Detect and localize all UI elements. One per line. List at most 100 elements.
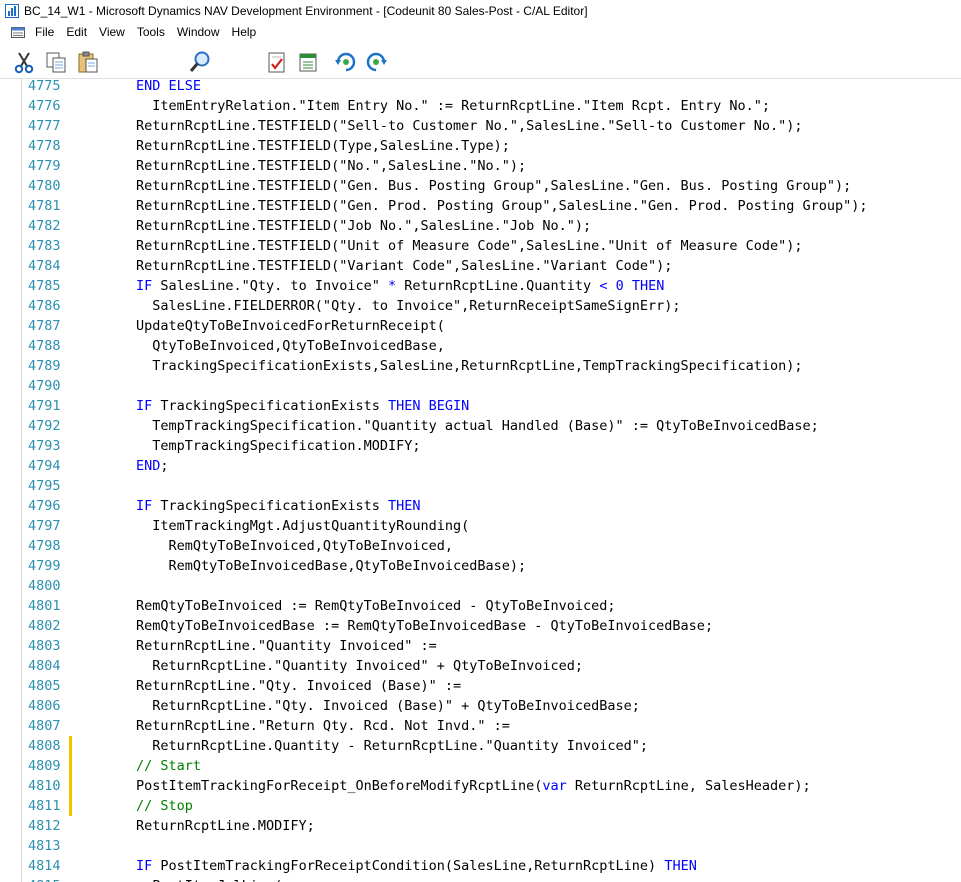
- code-line[interactable]: 4807 ReturnRcptLine."Return Qty. Rcd. Not…: [0, 716, 961, 736]
- code-line[interactable]: 4782 ReturnRcptLine.TESTFIELD("Job No.",S…: [0, 216, 961, 236]
- code-line[interactable]: 4783 ReturnRcptLine.TESTFIELD("Unit of Me…: [0, 236, 961, 256]
- code-token: ReturnRcptLine.TESTFIELD("Sell-to Custom…: [136, 118, 803, 134]
- line-number: 4780: [28, 178, 61, 194]
- code-line[interactable]: 4805 ReturnRcptLine."Qty. Invoiced (Base)…: [0, 676, 961, 696]
- code-token: RemQtyToBeInvoicedBase := RemQtyToBeInvo…: [136, 618, 714, 634]
- code-line[interactable]: 4806 ReturnRcptLine."Qty. Invoiced (Base…: [0, 696, 961, 716]
- code-text: RemQtyToBeInvoiced,QtyToBeInvoiced,: [136, 536, 453, 556]
- code-token: ReturnRcptLine."Qty. Invoiced (Base)" + …: [136, 698, 640, 714]
- copy-icon[interactable]: [44, 50, 68, 74]
- code-line[interactable]: 4780 ReturnRcptLine.TESTFIELD("Gen. Bus. …: [0, 176, 961, 196]
- menu-edit[interactable]: Edit: [60, 25, 93, 39]
- code-line[interactable]: 4790: [0, 376, 961, 396]
- code-line[interactable]: 4803 ReturnRcptLine."Quantity Invoiced" :…: [0, 636, 961, 656]
- code-line[interactable]: 4804 ReturnRcptLine."Quantity Invoiced" …: [0, 656, 961, 676]
- forward-icon[interactable]: [364, 50, 388, 74]
- code-text: END;: [136, 456, 169, 476]
- code-text: IF PostItemTrackingForReceiptCondition(S…: [136, 856, 697, 876]
- line-number: 4792: [28, 418, 61, 434]
- code-text: PostItemTrackingForReceipt_OnBeforeModif…: [136, 776, 811, 796]
- code-text: ReturnRcptLine.TESTFIELD("Gen. Prod. Pos…: [136, 196, 868, 216]
- code-line[interactable]: 4785 IF SalesLine."Qty. to Invoice" * Ret…: [0, 276, 961, 296]
- line-number: 4814: [28, 858, 61, 874]
- code-line[interactable]: 4787 UpdateQtyToBeInvoicedForReturnReceip…: [0, 316, 961, 336]
- find-icon[interactable]: [188, 50, 212, 74]
- code-line[interactable]: 4791 IF TrackingSpecificationExists THEN …: [0, 396, 961, 416]
- code-line[interactable]: 4814 IF PostItemTrackingForReceiptConditi…: [0, 856, 961, 876]
- code-token: ItemEntryRelation."Item Entry No." := Re…: [136, 98, 770, 114]
- line-number: 4796: [28, 498, 61, 514]
- keyword-token: END: [136, 458, 161, 474]
- code-text: ItemTrackingMgt.AdjustQuantityRounding(: [136, 516, 469, 536]
- line-number: 4791: [28, 398, 61, 414]
- design-icon[interactable]: [296, 50, 320, 74]
- code-line[interactable]: 4802 RemQtyToBeInvoicedBase := RemQtyToBe…: [0, 616, 961, 636]
- code-line[interactable]: 4811 // Stop: [0, 796, 961, 816]
- code-line[interactable]: 4781 ReturnRcptLine.TESTFIELD("Gen. Prod.…: [0, 196, 961, 216]
- code-text: END ELSE: [136, 78, 201, 96]
- code-line[interactable]: 4810 PostItemTrackingForReceipt_OnBeforeM…: [0, 776, 961, 796]
- line-number: 4779: [28, 158, 61, 174]
- code-line[interactable]: 4794 END;: [0, 456, 961, 476]
- code-line[interactable]: 4801 RemQtyToBeInvoiced := RemQtyToBeInvo…: [0, 596, 961, 616]
- code-line[interactable]: 4812 ReturnRcptLine.MODIFY;: [0, 816, 961, 836]
- code-text: TempTrackingSpecification."Quantity actu…: [136, 416, 818, 436]
- code-text: ReturnRcptLine.TESTFIELD("Gen. Bus. Post…: [136, 176, 851, 196]
- code-line[interactable]: 4813: [0, 836, 961, 856]
- line-number: 4802: [28, 618, 61, 634]
- code-line[interactable]: 4784 ReturnRcptLine.TESTFIELD("Variant Co…: [0, 256, 961, 276]
- code-token: TrackingSpecificationExists: [152, 498, 388, 514]
- code-line[interactable]: 4779 ReturnRcptLine.TESTFIELD("No.",Sales…: [0, 156, 961, 176]
- code-token: ReturnRcptLine, SalesHeader);: [566, 778, 811, 794]
- code-token: ReturnRcptLine."Qty. Invoiced (Base)" :=: [136, 678, 462, 694]
- code-line[interactable]: 4776 ItemEntryRelation."Item Entry No." …: [0, 96, 961, 116]
- app-icon: [5, 4, 19, 18]
- code-token: ReturnRcptLine.TESTFIELD("Job No.",Sales…: [136, 218, 592, 234]
- code-line[interactable]: 4800: [0, 576, 961, 596]
- code-line[interactable]: 4799 RemQtyToBeInvoicedBase,QtyToBeInvoi…: [0, 556, 961, 576]
- code-token: TrackingSpecificationExists,SalesLine,Re…: [136, 358, 803, 374]
- window-menu-icon[interactable]: [11, 26, 25, 38]
- line-number: 4809: [28, 758, 61, 774]
- line-number: 4793: [28, 438, 61, 454]
- keyword-token: THEN BEGIN: [387, 398, 470, 414]
- comment-token: // Start: [136, 758, 202, 774]
- code-line[interactable]: 4778 ReturnRcptLine.TESTFIELD(Type,SalesL…: [0, 136, 961, 156]
- code-token: ReturnRcptLine."Return Qty. Rcd. Not Inv…: [136, 718, 510, 734]
- code-line[interactable]: 4808 ReturnRcptLine.Quantity - ReturnRcp…: [0, 736, 961, 756]
- code-line[interactable]: 4775 END ELSE: [0, 78, 961, 96]
- code-line[interactable]: 4786 SalesLine.FIELDERROR("Qty. to Invoi…: [0, 296, 961, 316]
- code-token: ReturnRcptLine.Quantity: [396, 278, 600, 294]
- code-text: UpdateQtyToBeInvoicedForReturnReceipt(: [136, 316, 445, 336]
- code-line[interactable]: 4796 IF TrackingSpecificationExists THEN: [0, 496, 961, 516]
- line-number: 4781: [28, 198, 61, 214]
- line-number: 4785: [28, 278, 61, 294]
- code-line[interactable]: 4815 PostItemJnlLine(: [0, 876, 961, 882]
- code-line[interactable]: 4792 TempTrackingSpecification."Quantity…: [0, 416, 961, 436]
- menu-tools[interactable]: Tools: [131, 25, 171, 39]
- code-text: QtyToBeInvoiced,QtyToBeInvoicedBase,: [136, 336, 445, 356]
- compile-icon[interactable]: [265, 50, 289, 74]
- cut-icon[interactable]: [12, 50, 36, 74]
- menu-view[interactable]: View: [93, 25, 131, 39]
- code-line[interactable]: 4788 QtyToBeInvoiced,QtyToBeInvoicedBase…: [0, 336, 961, 356]
- code-editor[interactable]: 4775 END ELSE 4776 ItemEntryRelation."Item…: [0, 78, 961, 882]
- code-line[interactable]: 4789 TrackingSpecificationExists,SalesLi…: [0, 356, 961, 376]
- menu-file[interactable]: File: [29, 25, 60, 39]
- back-icon[interactable]: [334, 50, 358, 74]
- paste-icon[interactable]: [76, 50, 100, 74]
- code-token: SalesLine."Qty. to Invoice": [152, 278, 388, 294]
- code-line[interactable]: 4795: [0, 476, 961, 496]
- code-line[interactable]: 4809 // Start: [0, 756, 961, 776]
- code-line[interactable]: 4798 RemQtyToBeInvoiced,QtyToBeInvoiced,: [0, 536, 961, 556]
- line-number: 4810: [28, 778, 61, 794]
- code-line[interactable]: 4793 TempTrackingSpecification.MODIFY;: [0, 436, 961, 456]
- menu-help[interactable]: Help: [226, 25, 263, 39]
- code-text: IF TrackingSpecificationExists THEN: [136, 496, 420, 516]
- code-line[interactable]: 4797 ItemTrackingMgt.AdjustQuantityRound…: [0, 516, 961, 536]
- code-line[interactable]: 4777 ReturnRcptLine.TESTFIELD("Sell-to Cu…: [0, 116, 961, 136]
- line-number: 4787: [28, 318, 61, 334]
- menu-window[interactable]: Window: [171, 25, 226, 39]
- change-marker: [69, 796, 72, 816]
- line-number: 4813: [28, 838, 61, 854]
